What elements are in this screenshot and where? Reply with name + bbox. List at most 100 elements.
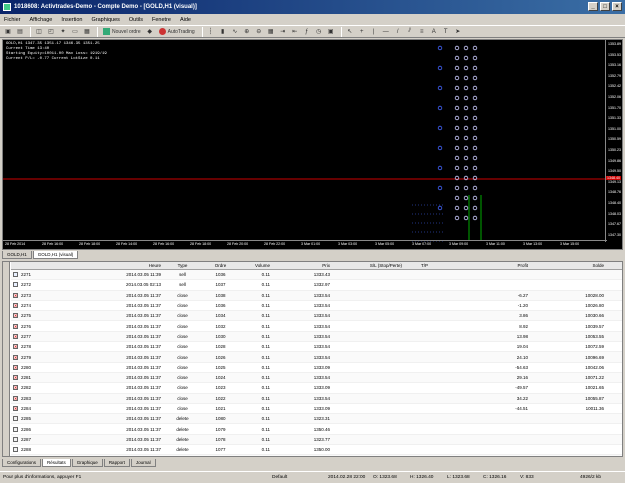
close-icon: ✕ [13,344,18,350]
col-sl[interactable]: S/L (Stop/Perte) [330,263,402,268]
cell-type: close [177,385,188,391]
autotrading-button[interactable]: AutoTrading [157,27,197,37]
market-watch-icon[interactable]: ◫ [34,27,44,37]
cell-solde: 10030.66 [585,313,604,319]
tab-resultats[interactable]: Résultats [42,459,71,467]
cell-solde: 10042.06 [585,364,604,370]
tab-configurations[interactable]: Configurations [2,459,42,467]
status-traffic: 4926/2 kb [580,475,602,480]
table-row[interactable]: 2285 2014.03.05 11:37 delete 1080 0.11 1323.3… [11,414,622,425]
table-row[interactable]: ✕ 2277 2014.03.05 11:37 close 1030 0.11 1333.5… [11,331,622,343]
new-order-button[interactable]: Nouvel ordre [101,27,143,37]
cursor-icon[interactable]: ↖ [345,27,355,37]
table-row[interactable]: ✕ 2280 2014.03.05 11:37 close 1025 0.11 1333.0… [11,363,622,373]
trade-marker [463,115,469,121]
autoscroll-icon[interactable]: ⇥ [278,27,288,37]
candles-icon[interactable]: ▮ [218,27,228,37]
table-row[interactable]: ✕ 2281 2014.03.05 11:37 close 1024 0.11 1333.5… [11,372,622,384]
tab-gold-h1-visual[interactable]: GOLD,H1 (visual) [32,251,79,259]
menu-graphiques[interactable]: Graphiques [91,17,119,23]
col-profit[interactable]: Profit [428,263,528,268]
cell-volume: 0.11 [261,364,270,370]
bar-chart-icon[interactable]: ┆ [206,27,216,37]
text-icon[interactable]: A [429,27,439,37]
zoom-in-icon[interactable]: ⊕ [242,27,252,37]
line-chart-icon[interactable]: ∿ [230,27,240,37]
trade-marker [437,105,443,111]
templates-icon[interactable]: ▣ [326,27,336,37]
table-row[interactable]: ✕ 2278 2014.03.05 11:37 close 1028 0.11 1333.5… [11,342,622,353]
table-row[interactable]: 22892014.03.05 11:37delete10760.111324.2… [11,455,622,456]
zoom-out-icon[interactable]: ⊖ [254,27,264,37]
close-icon: ✕ [13,406,18,411]
label-icon[interactable]: T [441,27,451,37]
table-row[interactable]: ✕ 2282 2014.03.05 11:37 close 1023 0.11 1333.0… [11,383,622,394]
table-row[interactable]: 2288 2014.03.05 11:37 delete 1077 0.11 1350.0… [11,445,622,456]
table-row[interactable]: ✕ 2279 2014.03.05 11:37 close 1026 0.11 1333.5… [11,352,622,363]
table-row[interactable]: ✕ 2283 2014.03.05 11:37 close 1022 0.11 1333.5… [11,393,622,404]
trade-marker [472,215,478,221]
col-prix[interactable]: Prix [270,263,330,268]
cell-volume: 0.11 [261,292,270,298]
indicators-icon[interactable]: ƒ [302,27,312,37]
tab-graphique[interactable]: Graphique [71,459,103,467]
col-type[interactable]: Type [161,263,204,268]
cell-prix: 1333.54 [313,395,330,401]
menu-aide[interactable]: Aide [180,17,191,23]
trendline-icon[interactable]: / [393,27,403,37]
navigator-icon[interactable]: ✦ [58,27,68,37]
col-heure[interactable]: Heure [109,263,161,268]
arrow-icon[interactable]: ➤ [453,27,463,37]
tab-rapport[interactable]: Rapport [103,459,130,467]
tester-icon[interactable]: ▦ [82,27,92,37]
chart-window[interactable]: GOLD,H1 1347.35 1351.17 1346.35 1351.25 … [2,39,623,250]
cell-solde: 10053.55 [585,333,604,339]
trade-marker [454,195,460,201]
menu-affichage[interactable]: Affichage [30,17,53,23]
table-row[interactable]: ✕ 2275 2014.03.05 11:37 close 1034 0.11 1333.5… [11,311,622,322]
profiles-icon[interactable]: ▤ [15,27,25,37]
table-header: Heure Type Ordre Volume Prix S/L (Stop/P… [11,262,622,270]
table-row[interactable]: 2272 2014.03.05 02:13 sell 1037 0.11 1332.97 [11,280,622,291]
cell-ticket: ✕ 2277 [13,333,32,339]
minimize-button[interactable]: _ [588,2,598,11]
shift-icon[interactable]: ⇤ [290,27,300,37]
crosshair-icon[interactable]: + [357,27,367,37]
table-row[interactable]: 2286 2014.03.05 11:37 delete 1079 0.11 1350.4… [11,424,622,435]
col-volume[interactable]: Volume [237,263,270,268]
terminal-icon[interactable]: ▭ [70,27,80,37]
tab-journal[interactable]: Journal [130,459,156,467]
tile-icon[interactable]: ▦ [266,27,276,37]
table-row[interactable]: ✕ 2284 2014.03.05 11:37 close 1021 0.11 1333.0… [11,404,622,415]
trade-marker [437,145,443,151]
col-tp[interactable]: T/P [402,263,428,268]
vline-icon[interactable]: | [369,27,379,37]
fibo-icon[interactable]: ≡ [417,27,427,37]
table-row[interactable]: ✕ 2273 2014.03.05 11:37 close 1038 0.11 1333.5… [11,290,622,301]
table-row[interactable]: 2287 2014.03.05 11:37 delete 1078 0.11 1323.7… [11,434,622,446]
data-window-icon[interactable]: ◰ [46,27,56,37]
periods-icon[interactable]: ◷ [314,27,324,37]
menu-insertion[interactable]: Insertion [61,17,82,23]
menu-fichier[interactable]: Fichier [4,17,21,23]
trade-marker [454,165,460,171]
tab-gold-h1[interactable]: GOLD,H1 [2,251,32,259]
table-row[interactable]: 2271 2014.03.05 11:39 sell 1036 0.11 1333.43 [11,270,622,281]
trade-marker [437,205,443,211]
table-row[interactable]: ✕ 2276 2014.03.05 11:37 close 1032 0.11 1333.5… [11,321,622,332]
maximize-button[interactable]: □ [600,2,610,11]
cell-solde: 10021.65 [585,385,604,391]
close-button[interactable]: × [612,2,622,11]
col-ordre[interactable]: Ordre [204,263,237,268]
channel-icon[interactable]: ⫽ [405,27,415,37]
table-row[interactable]: ✕ 2274 2014.03.05 11:37 close 1036 0.11 1333.5… [11,301,622,312]
new-chart-icon[interactable]: ▣ [3,27,13,37]
delete-icon [13,436,18,442]
menu-fenetre[interactable]: Fenetre [152,17,171,23]
cell-heure: 2014.03.05 11:37 [126,303,161,309]
menu-outils[interactable]: Outils [129,17,143,23]
col-solde[interactable]: Solde [528,263,606,268]
hline-icon[interactable]: — [381,27,391,37]
meta-editor-icon[interactable]: ◆ [145,27,155,37]
cell-ordre: 1034 [215,313,226,319]
